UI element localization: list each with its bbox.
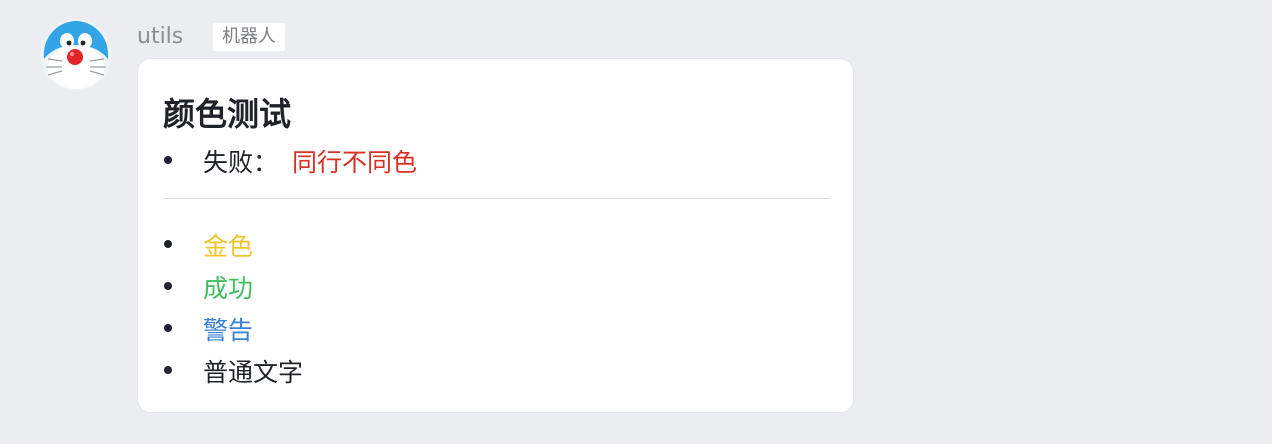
list-item-gold: 金色 [203,232,254,261]
status-label: 失败： [203,148,279,177]
sender-name[interactable]: utils [137,24,183,49]
list-item-failure: 失败： 同行不同色 [203,143,417,179]
bullet-icon [164,282,172,290]
bullet-icon [164,366,172,374]
card-title: 颜色测试 [163,95,292,133]
list-item-success: 成功 [203,274,254,303]
bot-badge: 机器人 [213,23,285,51]
status-value: 同行不同色 [292,148,418,177]
sender-avatar[interactable] [40,19,112,91]
bullet-icon [164,324,172,332]
bullet-icon [164,156,172,164]
section-divider [163,198,830,199]
bullet-icon [164,240,172,248]
list-item-warning: 警告 [203,316,254,345]
list-item-plain: 普通文字 [203,358,304,387]
robot-avatar-icon [40,19,112,91]
message-card: 颜色测试 失败： 同行不同色 金色 成功 警告 普通文字 [137,58,854,413]
